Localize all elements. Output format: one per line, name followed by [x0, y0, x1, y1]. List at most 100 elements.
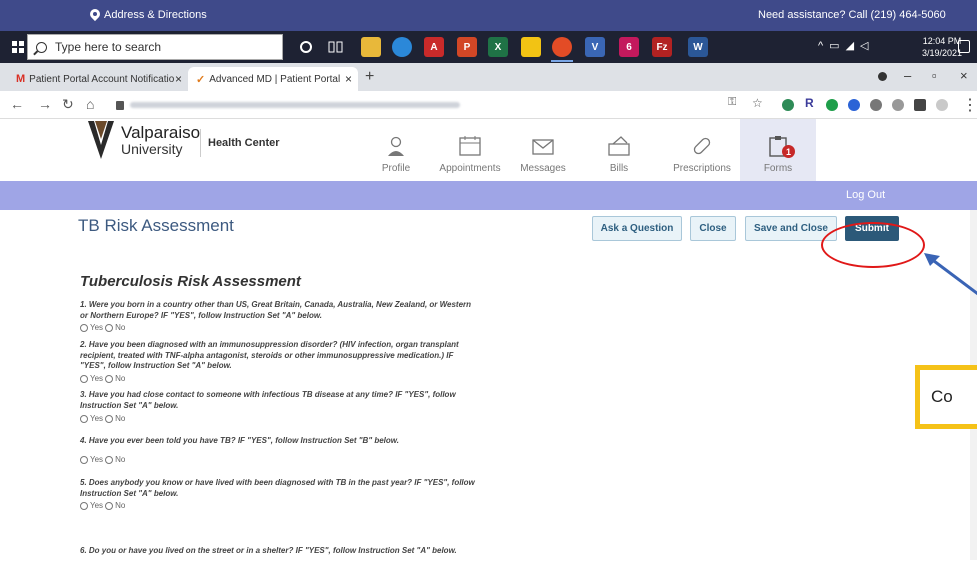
- excel-icon[interactable]: X: [488, 37, 508, 57]
- forward-arrow-icon[interactable]: →: [38, 96, 52, 112]
- search-icon: [36, 41, 47, 53]
- address-directions-link[interactable]: Address & Directions: [90, 9, 207, 21]
- reload-icon[interactable]: ↻: [62, 96, 74, 113]
- windows-taskbar: Type here to search A P X V 6 Fz W ^ ▭ ◢…: [0, 31, 977, 63]
- onenote-badge: 6: [626, 41, 632, 53]
- back-arrow-icon[interactable]: ←: [10, 96, 24, 112]
- wifi-icon[interactable]: ◢: [846, 39, 854, 52]
- window-close-icon[interactable]: ×: [960, 68, 968, 83]
- q2-no-radio[interactable]: [105, 374, 114, 383]
- kebab-menu-icon[interactable]: ⋮: [962, 95, 977, 114]
- q5-no-radio[interactable]: [105, 501, 114, 510]
- extension-icon-r[interactable]: R: [805, 96, 817, 110]
- logout-link[interactable]: Log Out: [846, 189, 885, 201]
- q3-no-radio[interactable]: [105, 414, 114, 423]
- tab-gmail-label: Patient Portal Account Notificatio: [29, 73, 175, 85]
- maximize-icon[interactable]: ▫: [932, 68, 937, 83]
- pill-icon: [693, 137, 711, 155]
- q1-yes-radio[interactable]: [80, 323, 88, 332]
- question-2: 2. Have you been diagnosed with an immun…: [80, 340, 459, 370]
- q1-no-radio[interactable]: [105, 323, 114, 332]
- home-icon[interactable]: ⌂: [86, 96, 94, 112]
- task-view-icon[interactable]: [326, 37, 346, 57]
- question-1: 1. Were you born in a country other than…: [80, 300, 472, 320]
- bookmark-star-icon[interactable]: ☆: [752, 96, 763, 110]
- yes-label: Yes: [90, 414, 104, 423]
- nav-prescriptions[interactable]: Prescriptions: [664, 119, 740, 181]
- battery-icon[interactable]: ▭: [829, 39, 839, 52]
- system-tray: ^ ▭ ◢ ◁: [818, 39, 869, 53]
- close-icon[interactable]: ×: [175, 72, 182, 86]
- close-button[interactable]: Close: [690, 216, 736, 241]
- yes-label: Yes: [90, 501, 104, 510]
- edge-icon[interactable]: [392, 37, 412, 57]
- question-3-options: Yes No: [80, 414, 125, 423]
- logout-bar: Log Out: [0, 181, 977, 210]
- taskbar-clock[interactable]: 12:04 PM 3/19/2021: [922, 35, 962, 59]
- envelope-icon: [532, 139, 554, 155]
- windows-start-icon[interactable]: [12, 41, 24, 53]
- cortana-icon[interactable]: [296, 37, 316, 57]
- chevron-up-icon[interactable]: ^: [818, 40, 823, 52]
- powerpoint-icon[interactable]: P: [457, 37, 477, 57]
- nav-forms-label: Forms: [763, 163, 793, 174]
- tab-advancedmd[interactable]: ✓ Advanced MD | Patient Portal ×: [188, 67, 358, 91]
- extension-icon-1[interactable]: [782, 99, 794, 111]
- tab-gmail[interactable]: M Patient Portal Account Notificatio ×: [8, 67, 188, 91]
- chrome-active-indicator: [551, 60, 573, 62]
- lock-icon: [116, 100, 124, 110]
- close-icon[interactable]: ×: [345, 72, 352, 86]
- advancedmd-icon: ✓: [196, 73, 206, 86]
- sticky-notes-icon[interactable]: [521, 37, 541, 57]
- puzzle-icon[interactable]: [914, 99, 926, 111]
- key-icon[interactable]: ⚿: [728, 96, 736, 109]
- minimize-icon[interactable]: –: [904, 68, 911, 83]
- ask-question-button[interactable]: Ask a Question: [592, 216, 682, 241]
- extension-icon-4[interactable]: [848, 99, 860, 111]
- profile-icon: [388, 136, 404, 156]
- notification-icon[interactable]: [958, 40, 970, 53]
- q5-yes-radio[interactable]: [80, 501, 88, 510]
- q3-yes-radio[interactable]: [80, 414, 88, 423]
- visio-icon[interactable]: V: [585, 37, 605, 57]
- nav-forms[interactable]: Forms 1: [740, 119, 816, 181]
- browser-tab-strip: M Patient Portal Account Notificatio × ✓…: [0, 63, 977, 91]
- acrobat-icon[interactable]: A: [424, 37, 444, 57]
- no-label: No: [115, 455, 126, 464]
- callout-text: Co: [931, 387, 953, 406]
- taskbar-search-placeholder: Type here to search: [55, 40, 162, 54]
- red-highlight-circle: [821, 222, 925, 268]
- question-2-options: Yes No: [80, 374, 125, 383]
- extension-icon-3[interactable]: [826, 99, 838, 111]
- question-4: 4. Have you ever been told you have TB? …: [80, 436, 399, 445]
- q4-no-radio[interactable]: [105, 455, 114, 464]
- extension-icon-6[interactable]: [892, 99, 904, 111]
- nav-appointments[interactable]: Appointments: [432, 119, 508, 181]
- q4-yes-radio[interactable]: [80, 455, 88, 464]
- valparaiso-logo-icon: [88, 121, 114, 159]
- address-directions-label: Address & Directions: [104, 9, 207, 21]
- nav-appointments-label: Appointments: [439, 163, 501, 174]
- site-bar: Address & Directions Need assistance? Ca…: [0, 0, 977, 31]
- chrome-icon[interactable]: [552, 37, 572, 57]
- no-label: No: [115, 374, 126, 383]
- avatar[interactable]: [936, 99, 948, 111]
- file-explorer-icon[interactable]: [361, 37, 381, 57]
- filezilla-icon[interactable]: Fz: [652, 37, 672, 57]
- taskbar-search-input[interactable]: Type here to search: [27, 34, 283, 60]
- no-label: No: [115, 501, 126, 510]
- word-icon[interactable]: W: [688, 37, 708, 57]
- bills-icon: [608, 136, 630, 156]
- nav-profile[interactable]: Profile: [358, 119, 434, 181]
- health-center-label: Health Center: [208, 137, 280, 149]
- q2-yes-radio[interactable]: [80, 374, 88, 383]
- address-bar[interactable]: [110, 95, 730, 115]
- profile-dot-icon[interactable]: [878, 72, 887, 81]
- no-label: No: [115, 323, 126, 332]
- nav-bills[interactable]: Bills: [581, 119, 657, 181]
- extension-icon-5[interactable]: [870, 99, 882, 111]
- nav-messages[interactable]: Messages: [505, 119, 581, 181]
- onenote-icon[interactable]: 6: [619, 37, 639, 57]
- new-tab-button[interactable]: +: [365, 68, 374, 86]
- volume-icon[interactable]: ◁: [860, 39, 868, 52]
